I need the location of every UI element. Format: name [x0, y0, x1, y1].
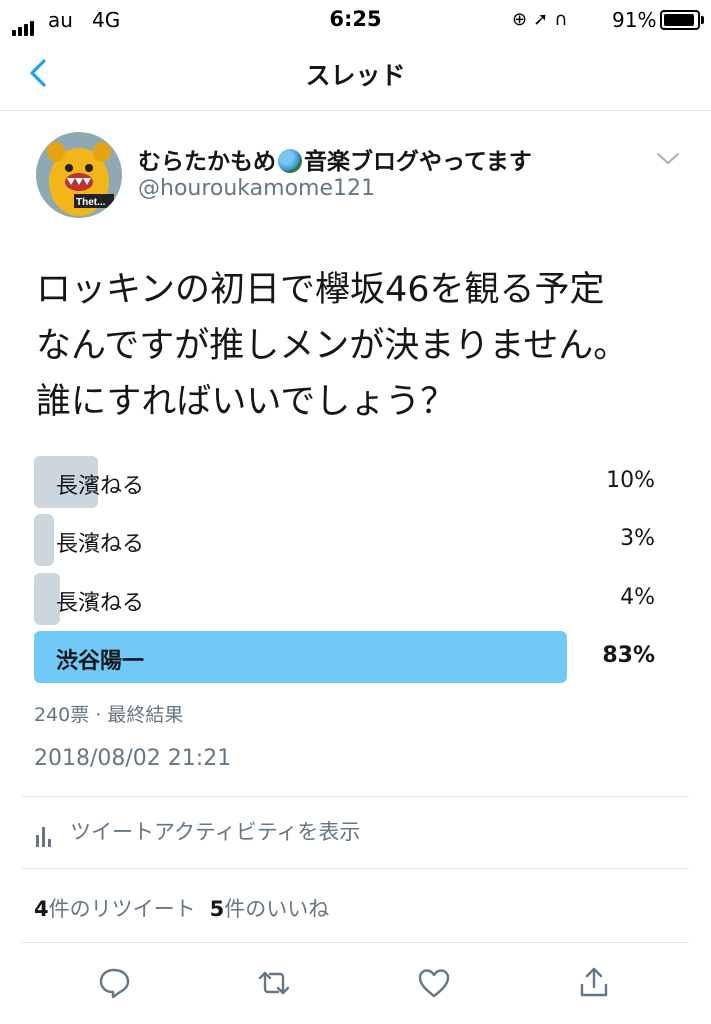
chevron-down-icon[interactable] — [655, 150, 681, 168]
status-bar: au 4G 6:25 ⊕➚∩ 91% — [0, 0, 711, 40]
likes-label: 件のいいね — [224, 897, 330, 921]
display-name-part1: むらたかもめ — [138, 149, 276, 175]
location-icon: ➚ — [533, 9, 555, 30]
tweet-timestamp: 2018/08/02 21:21 — [34, 746, 232, 771]
globe-emoji-icon — [278, 149, 302, 173]
retweet-icon[interactable] — [256, 965, 292, 1001]
divider — [22, 796, 689, 797]
retweets-count: 4 — [34, 897, 49, 921]
display-name[interactable]: むらたかもめ 音楽ブログやってます — [138, 142, 532, 176]
divider — [22, 868, 689, 869]
display-name-part2: 音楽ブログやってます — [304, 149, 532, 175]
reply-icon[interactable] — [96, 965, 132, 1001]
retweets-label: 件のリツイート — [48, 897, 196, 921]
poll-option: 長濱ねる 10% — [34, 456, 659, 508]
poll-option-percent: 4% — [620, 585, 655, 610]
tweet-text: ロッキンの初日で欅坂46を観る予定 なんですが推しメンが決まりません。 誰にすれ… — [36, 262, 696, 430]
poll-bar — [34, 514, 54, 566]
divider — [22, 942, 689, 943]
activity-bars-icon — [36, 823, 54, 847]
tweet-text-line: ロッキンの初日で欅坂46を観る予定 — [36, 270, 605, 310]
poll-option-label: 渋谷陽一 — [56, 649, 145, 674]
tweet-text-line: 誰にすればいいでしょう？ — [36, 382, 456, 422]
share-icon[interactable] — [576, 965, 612, 1001]
status-icons: ⊕➚∩ — [512, 9, 573, 30]
tweet-text-line: なんですが推しメンが決まりません。 — [36, 326, 629, 366]
retweets-stat[interactable]: 4件のリツイート — [34, 897, 196, 921]
poll-option-label: 長濱ねる — [56, 532, 145, 557]
poll-option-percent: 10% — [606, 468, 655, 493]
likes-count: 5 — [209, 897, 225, 921]
battery-icon — [660, 10, 704, 30]
orientation-lock-icon: ⊕ — [512, 9, 534, 30]
poll-option-percent: 83% — [602, 643, 655, 668]
nav-title: スレッド — [305, 61, 406, 90]
poll-option: 長濱ねる 3% — [34, 514, 659, 566]
poll-option-label: 長濱ねる — [56, 591, 145, 616]
avatar-shirt-text: Thet... — [76, 197, 106, 208]
poll-option-percent: 3% — [620, 526, 655, 551]
poll-option-winner: 渋谷陽一 83% — [34, 631, 659, 683]
nav-bar: スレッド — [0, 40, 711, 111]
battery-percent: 91% — [612, 8, 657, 32]
poll-option-label: 長濱ねる — [56, 474, 145, 499]
clock: 6:25 — [329, 7, 382, 31]
avatar[interactable]: Thet... — [36, 132, 122, 218]
poll-meta: 240票 · 最終結果 — [34, 704, 184, 726]
poll-option: 長濱ねる 4% — [34, 573, 659, 625]
likes-stat[interactable]: 5件のいいね — [210, 897, 330, 921]
tweet-activity-link[interactable]: ツイートアクティビティを表示 — [36, 816, 360, 847]
user-handle[interactable]: @houroukamome121 — [138, 176, 375, 201]
engagement-stats: 4件のリツイート 5件のいいね — [34, 893, 329, 923]
like-heart-icon[interactable] — [416, 965, 452, 1001]
headphones-icon: ∩ — [554, 9, 574, 30]
tweet-activity-label: ツイートアクティビティを表示 — [70, 820, 361, 844]
mascot-avatar-image: Thet... — [36, 132, 122, 218]
